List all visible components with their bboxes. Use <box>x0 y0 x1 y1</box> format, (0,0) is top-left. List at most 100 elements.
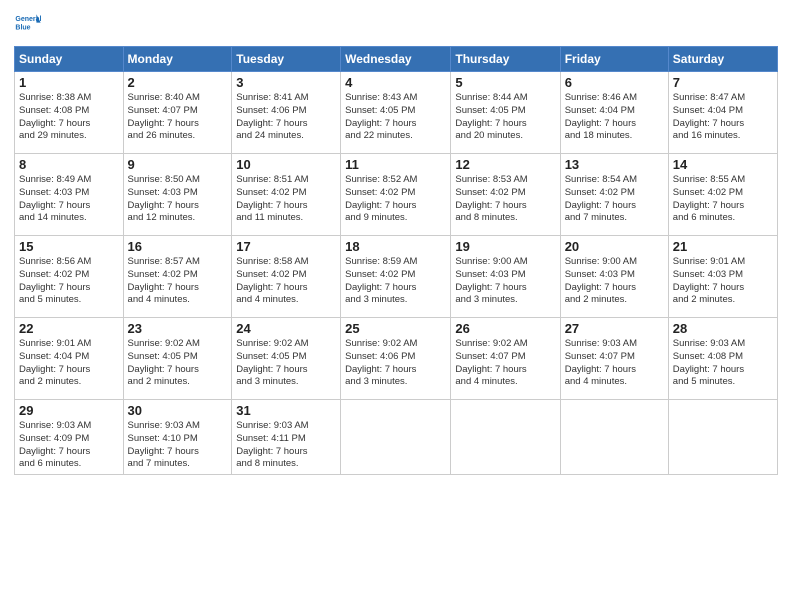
day-detail: Sunrise: 8:56 AMSunset: 4:02 PMDaylight:… <box>19 256 119 307</box>
calendar-cell: 6Sunrise: 8:46 AMSunset: 4:04 PMDaylight… <box>560 72 668 154</box>
detail-line: Sunrise: 8:56 AM <box>19 256 119 269</box>
calendar-cell: 12Sunrise: 8:53 AMSunset: 4:02 PMDayligh… <box>451 154 560 236</box>
calendar-cell: 19Sunrise: 9:00 AMSunset: 4:03 PMDayligh… <box>451 236 560 318</box>
day-number: 28 <box>673 321 773 336</box>
day-detail: Sunrise: 9:03 AMSunset: 4:10 PMDaylight:… <box>128 420 228 471</box>
detail-line: and 7 minutes. <box>565 212 664 225</box>
detail-line: Sunrise: 8:41 AM <box>236 92 336 105</box>
detail-line: Sunrise: 9:01 AM <box>673 256 773 269</box>
day-detail: Sunrise: 9:02 AMSunset: 4:07 PMDaylight:… <box>455 338 555 389</box>
calendar-cell <box>341 400 451 475</box>
detail-line: Sunset: 4:07 PM <box>455 351 555 364</box>
detail-line: Sunrise: 8:51 AM <box>236 174 336 187</box>
col-header-monday: Monday <box>123 47 232 72</box>
detail-line: Sunrise: 8:49 AM <box>19 174 119 187</box>
day-detail: Sunrise: 9:01 AMSunset: 4:03 PMDaylight:… <box>673 256 773 307</box>
day-detail: Sunrise: 9:02 AMSunset: 4:06 PMDaylight:… <box>345 338 446 389</box>
detail-line: Sunset: 4:05 PM <box>455 105 555 118</box>
detail-line: Sunrise: 8:57 AM <box>128 256 228 269</box>
calendar-cell: 21Sunrise: 9:01 AMSunset: 4:03 PMDayligh… <box>668 236 777 318</box>
detail-line: Sunrise: 9:03 AM <box>565 338 664 351</box>
day-number: 22 <box>19 321 119 336</box>
detail-line: Sunset: 4:02 PM <box>19 269 119 282</box>
detail-line: Sunset: 4:11 PM <box>236 433 336 446</box>
detail-line: and 2 minutes. <box>673 294 773 307</box>
col-header-tuesday: Tuesday <box>232 47 341 72</box>
detail-line: and 18 minutes. <box>565 130 664 143</box>
detail-line: Sunset: 4:05 PM <box>236 351 336 364</box>
detail-line: Daylight: 7 hours <box>673 364 773 377</box>
day-number: 24 <box>236 321 336 336</box>
detail-line: Sunrise: 9:00 AM <box>455 256 555 269</box>
detail-line: Daylight: 7 hours <box>455 282 555 295</box>
detail-line: Sunset: 4:08 PM <box>19 105 119 118</box>
calendar-cell <box>451 400 560 475</box>
detail-line: Sunset: 4:02 PM <box>673 187 773 200</box>
calendar-cell: 31Sunrise: 9:03 AMSunset: 4:11 PMDayligh… <box>232 400 341 475</box>
detail-line: Daylight: 7 hours <box>19 364 119 377</box>
detail-line: Sunrise: 8:54 AM <box>565 174 664 187</box>
detail-line: Sunrise: 9:03 AM <box>128 420 228 433</box>
detail-line: Sunrise: 8:59 AM <box>345 256 446 269</box>
col-header-sunday: Sunday <box>15 47 124 72</box>
header: General Blue <box>14 10 778 38</box>
calendar-header-row: SundayMondayTuesdayWednesdayThursdayFrid… <box>15 47 778 72</box>
detail-line: Sunset: 4:07 PM <box>128 105 228 118</box>
page: General Blue SundayMondayTuesdayWednesda… <box>0 0 792 612</box>
detail-line: Sunset: 4:09 PM <box>19 433 119 446</box>
day-detail: Sunrise: 9:00 AMSunset: 4:03 PMDaylight:… <box>455 256 555 307</box>
day-number: 30 <box>128 403 228 418</box>
calendar-cell: 26Sunrise: 9:02 AMSunset: 4:07 PMDayligh… <box>451 318 560 400</box>
detail-line: Daylight: 7 hours <box>128 282 228 295</box>
detail-line: Daylight: 7 hours <box>565 364 664 377</box>
detail-line: and 2 minutes. <box>128 376 228 389</box>
detail-line: and 3 minutes. <box>236 376 336 389</box>
detail-line: and 3 minutes. <box>345 376 446 389</box>
week-row-1: 1Sunrise: 8:38 AMSunset: 4:08 PMDaylight… <box>15 72 778 154</box>
day-number: 27 <box>565 321 664 336</box>
calendar-cell <box>560 400 668 475</box>
detail-line: Sunrise: 8:38 AM <box>19 92 119 105</box>
detail-line: and 2 minutes. <box>565 294 664 307</box>
detail-line: Daylight: 7 hours <box>455 364 555 377</box>
detail-line: and 14 minutes. <box>19 212 119 225</box>
detail-line: and 7 minutes. <box>128 458 228 471</box>
calendar-cell: 29Sunrise: 9:03 AMSunset: 4:09 PMDayligh… <box>15 400 124 475</box>
day-number: 10 <box>236 157 336 172</box>
day-detail: Sunrise: 9:00 AMSunset: 4:03 PMDaylight:… <box>565 256 664 307</box>
detail-line: Sunrise: 9:02 AM <box>128 338 228 351</box>
detail-line: Daylight: 7 hours <box>673 200 773 213</box>
logo: General Blue <box>14 10 42 38</box>
svg-text:Blue: Blue <box>15 25 30 32</box>
day-detail: Sunrise: 9:03 AMSunset: 4:11 PMDaylight:… <box>236 420 336 471</box>
detail-line: Sunset: 4:04 PM <box>565 105 664 118</box>
detail-line: Sunrise: 9:03 AM <box>236 420 336 433</box>
calendar-cell: 9Sunrise: 8:50 AMSunset: 4:03 PMDaylight… <box>123 154 232 236</box>
calendar-cell: 10Sunrise: 8:51 AMSunset: 4:02 PMDayligh… <box>232 154 341 236</box>
week-row-5: 29Sunrise: 9:03 AMSunset: 4:09 PMDayligh… <box>15 400 778 475</box>
day-detail: Sunrise: 8:59 AMSunset: 4:02 PMDaylight:… <box>345 256 446 307</box>
detail-line: Sunrise: 9:01 AM <box>19 338 119 351</box>
detail-line: Daylight: 7 hours <box>236 446 336 459</box>
detail-line: Sunrise: 9:02 AM <box>236 338 336 351</box>
detail-line: Daylight: 7 hours <box>345 364 446 377</box>
detail-line: Daylight: 7 hours <box>455 118 555 131</box>
detail-line: Sunset: 4:06 PM <box>345 351 446 364</box>
detail-line: and 6 minutes. <box>673 212 773 225</box>
detail-line: Daylight: 7 hours <box>19 200 119 213</box>
detail-line: Daylight: 7 hours <box>19 446 119 459</box>
calendar-cell: 7Sunrise: 8:47 AMSunset: 4:04 PMDaylight… <box>668 72 777 154</box>
calendar-cell: 2Sunrise: 8:40 AMSunset: 4:07 PMDaylight… <box>123 72 232 154</box>
detail-line: and 29 minutes. <box>19 130 119 143</box>
detail-line: Daylight: 7 hours <box>565 118 664 131</box>
day-number: 16 <box>128 239 228 254</box>
detail-line: Daylight: 7 hours <box>673 282 773 295</box>
detail-line: Sunrise: 8:55 AM <box>673 174 773 187</box>
calendar-cell: 24Sunrise: 9:02 AMSunset: 4:05 PMDayligh… <box>232 318 341 400</box>
day-detail: Sunrise: 8:54 AMSunset: 4:02 PMDaylight:… <box>565 174 664 225</box>
day-detail: Sunrise: 8:47 AMSunset: 4:04 PMDaylight:… <box>673 92 773 143</box>
calendar-cell: 5Sunrise: 8:44 AMSunset: 4:05 PMDaylight… <box>451 72 560 154</box>
detail-line: and 5 minutes. <box>673 376 773 389</box>
detail-line: and 3 minutes. <box>345 294 446 307</box>
detail-line: and 4 minutes. <box>236 294 336 307</box>
